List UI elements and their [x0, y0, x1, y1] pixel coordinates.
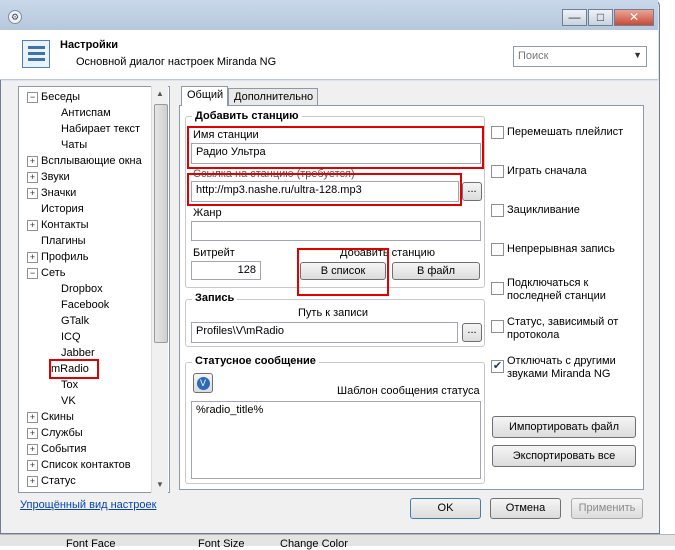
tab-general[interactable]: Общий [181, 86, 228, 106]
tree-item[interactable]: Антиспам [61, 105, 111, 121]
tree-item[interactable]: Статус [41, 473, 76, 489]
tree-item[interactable]: Facebook [61, 297, 109, 313]
play-first-checkbox[interactable] [491, 165, 504, 178]
settings-icon [22, 40, 50, 68]
font-size-button[interactable]: Font Size [198, 538, 244, 550]
add-station-title: Добавить станцию [192, 110, 302, 122]
bitrate-input[interactable]: 128 [191, 261, 261, 280]
background-window [660, 0, 675, 534]
tree-item[interactable]: ICQ [61, 329, 81, 345]
tree-item[interactable]: Плагины [41, 233, 86, 249]
connect-last-checkbox[interactable] [491, 282, 504, 295]
scroll-down-icon[interactable]: ▼ [156, 480, 164, 489]
tree-item[interactable]: Беседы [41, 89, 80, 105]
tree-item[interactable]: Сеть [41, 265, 65, 281]
tree-scrollbar[interactable]: ▲ ▼ [151, 86, 168, 493]
mute-with-sounds-label: Отключать с другими звуками Miranda NG [507, 355, 616, 380]
tree-item[interactable]: Звуки [41, 169, 70, 185]
continuous-record-label: Непрерывная запись [507, 243, 615, 255]
tree-expander-icon[interactable]: − [27, 268, 38, 279]
record-path-label: Путь к записи [298, 307, 369, 319]
highlight-station-name [187, 126, 484, 169]
tree-expander-icon[interactable]: + [27, 476, 38, 487]
cancel-button[interactable]: Отмена [490, 498, 561, 519]
options-tree[interactable]: − Беседы Антиспам Набирает текст Чаты + Всплыв… [18, 86, 170, 493]
status-template-label: Шаблон сообщения статуса [337, 385, 480, 397]
tree-expander-icon[interactable]: + [27, 460, 38, 471]
tree-item[interactable]: Скины [41, 409, 74, 425]
change-color-button[interactable]: Change Color [280, 538, 348, 550]
tree-expander-icon[interactable]: + [27, 428, 38, 439]
scroll-thumb[interactable] [154, 104, 168, 343]
maximize-button[interactable]: □ [588, 9, 613, 26]
tree-expander-icon[interactable]: + [27, 172, 38, 183]
page-subtitle: Основной диалог настроек Miranda NG [76, 56, 277, 68]
tree-item[interactable]: Службы [41, 425, 83, 441]
tree-item[interactable]: Чаты [61, 137, 87, 153]
loop-label: Зацикливание [507, 204, 580, 216]
record-browse-button[interactable]: ... [462, 323, 482, 342]
variables-button[interactable]: V [193, 373, 213, 393]
tree-item[interactable]: mRadio [49, 359, 99, 379]
bitrate-label: Битрейт [193, 247, 235, 259]
apply-button[interactable]: Применить [571, 498, 643, 519]
variables-icon: V [196, 377, 210, 390]
tree-item[interactable]: Профиль [41, 249, 89, 265]
ok-button[interactable]: OK [410, 498, 481, 519]
tree-expander-icon[interactable]: + [27, 188, 38, 199]
tree-expander-icon[interactable]: + [27, 444, 38, 455]
play-first-label: Играть сначала [507, 165, 587, 177]
system-menu-icon[interactable]: ⚙ [8, 10, 22, 24]
tree-item[interactable]: Список контактов [41, 457, 131, 473]
search-placeholder: Поиск [518, 50, 549, 62]
continuous-record-checkbox[interactable] [491, 243, 504, 256]
connect-last-label: Подключаться к последней станции [507, 277, 606, 302]
tree-item[interactable]: Значки [41, 185, 76, 201]
protocol-status-checkbox[interactable] [491, 320, 504, 333]
close-button[interactable]: ✕ [614, 9, 654, 26]
genre-label: Жанр [193, 207, 222, 219]
chevron-down-icon[interactable]: ▼ [633, 50, 642, 60]
highlight-to-list [297, 248, 389, 296]
tab-advanced[interactable]: Дополнительно [228, 88, 318, 106]
status-template-input[interactable]: %radio_title% [191, 401, 481, 479]
simplified-view-link[interactable]: Упрощённый вид настроек [20, 499, 156, 511]
shuffle-checkbox[interactable] [491, 126, 504, 139]
tree-expander-icon[interactable]: − [27, 92, 38, 103]
protocol-status-label: Статус, зависимый от протокола [507, 316, 619, 341]
tree-item[interactable]: Набирает текст [61, 121, 140, 137]
tree-item[interactable]: GTalk [61, 313, 89, 329]
loop-checkbox[interactable] [491, 204, 504, 217]
tree-item[interactable]: События [41, 441, 86, 457]
tree-item[interactable]: VK [61, 393, 76, 409]
export-all-button[interactable]: Экспортировать все [492, 445, 636, 467]
status-message-title: Статусное сообщение [192, 355, 319, 367]
tree-item[interactable]: Всплывающие окна [41, 153, 142, 169]
mute-with-sounds-checkbox[interactable]: ✔ [491, 360, 504, 373]
highlight-station-url [187, 173, 462, 206]
import-file-button[interactable]: Импортировать файл [492, 416, 636, 438]
font-face-button[interactable]: Font Face [66, 538, 116, 550]
add-to-file-button[interactable]: В файл [392, 262, 480, 280]
title-bar[interactable] [0, 0, 658, 30]
shuffle-label: Перемешать плейлист [507, 126, 624, 138]
tree-item[interactable]: Контакты [41, 217, 89, 233]
tree-item[interactable]: Dropbox [61, 281, 103, 297]
tree-expander-icon[interactable]: + [27, 220, 38, 231]
page-title: Настройки [60, 39, 119, 51]
record-path-input[interactable]: Profiles\V\mRadio [191, 322, 458, 343]
scroll-up-icon[interactable]: ▲ [156, 89, 164, 98]
genre-input[interactable] [191, 221, 481, 241]
record-title: Запись [192, 292, 238, 304]
tree-item[interactable]: Tox [61, 377, 78, 393]
tree-item[interactable]: История [41, 201, 84, 217]
tree-expander-icon[interactable]: + [27, 412, 38, 423]
search-input[interactable]: Поиск ▼ [513, 46, 647, 67]
url-browse-button[interactable]: ... [462, 182, 482, 201]
tree-expander-icon[interactable]: + [27, 156, 38, 167]
tree-expander-icon[interactable]: + [27, 252, 38, 263]
minimize-button[interactable]: — [562, 9, 587, 26]
